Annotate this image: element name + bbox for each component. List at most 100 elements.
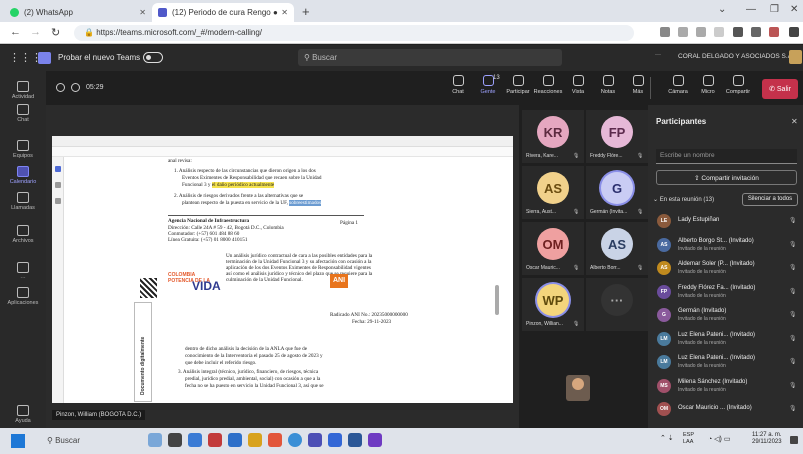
control-chat[interactable]: Chat [443,75,473,95]
language-indicator[interactable]: ESP LAA [683,432,694,446]
control-mic[interactable]: Micro [693,75,723,95]
minimize-icon[interactable]: — [746,4,756,15]
office-icon[interactable] [268,433,282,447]
rail-item-apps[interactable]: Aplicaciones [0,287,46,306]
search-input[interactable]: ⚲ Buscar [298,49,562,66]
new-teams-toggle[interactable] [143,52,163,63]
participant-row[interactable]: G Germán (Invitado) Invitado de la reunión… [653,306,801,325]
participant-tile[interactable]: FP Freddy Flóre... 🎙 [586,110,648,163]
participant-row[interactable]: AS Alberto Borgo St... (Invitado) Invitado… [653,236,801,255]
mic-muted-icon[interactable]: 🎙 [789,217,797,224]
pinned-app-icon[interactable] [208,433,222,447]
mic-muted-icon[interactable]: 🎙 [789,382,797,389]
rail-item-files[interactable]: Archivos [0,225,46,244]
control-raise-hand[interactable]: Participar [503,75,533,95]
participant-tile[interactable]: OM Oscar Mauric... 🎙 [522,222,584,275]
participant-tile[interactable]: WP Pinzon, Willian... 🎙 [522,278,584,331]
rail-item-teams[interactable]: Equipos [0,140,46,159]
rail-item-bell[interactable]: Actividad [0,81,46,100]
pinned-app-icon[interactable] [368,433,382,447]
mic-muted-icon[interactable]: 🎙 [789,335,797,342]
extensions-puzzle-icon[interactable] [733,27,743,37]
mic-muted-icon: 🎙 [573,153,580,159]
rail-item-calendar[interactable]: Calendario [0,166,46,185]
tab-teams[interactable]: (12) Periodo de cura Rengo ● ✕ [152,3,294,22]
participant-row[interactable]: LM Luz Elena Pateni... (Invitado) Invitado… [653,330,801,349]
folder-icon[interactable] [248,433,262,447]
task-view-icon[interactable] [148,433,162,447]
rail-item-more[interactable]: ··· [0,262,46,281]
leave-button[interactable]: ✆ Salir [762,79,798,99]
edge-icon[interactable] [228,433,242,447]
control-camera[interactable]: Cámara [663,75,693,95]
meeting-info-icon[interactable] [56,83,65,92]
extension-icon[interactable] [660,27,670,37]
share-page-icon[interactable] [696,27,706,37]
pinned-app-icon[interactable] [348,433,362,447]
explorer-icon[interactable] [188,433,202,447]
participant-row[interactable]: AS Aldemar Soler (P... (Invitado) Invitado… [653,259,801,278]
close-window-icon[interactable]: ✕ [790,4,798,15]
system-clock[interactable]: 11:27 a. m. 29/11/2023 [752,432,782,446]
participant-tile[interactable]: ··· [586,278,648,331]
sidebar-icon[interactable] [751,27,761,37]
taskbar-search[interactable]: ⚲ Buscar [41,433,141,449]
user-avatar[interactable] [789,50,802,64]
participant-row[interactable]: LE Lady Estupiñan 🎙 [653,212,801,231]
more-options-icon[interactable]: ··· [655,52,661,58]
control-view[interactable]: Vista [563,75,593,95]
participant-tile[interactable]: AS Alberto Borr... 🎙 [586,222,648,275]
tab-list-icon[interactable]: ⌄ [718,4,726,15]
teams-taskbar-icon[interactable] [308,433,322,447]
participant-tile[interactable]: KR Rivera, Kare... 🎙 [522,110,584,163]
control-notes[interactable]: Notas [593,75,623,95]
participant-tile[interactable]: G Germán (Invita... 🎙 [586,166,648,219]
mic-muted-icon[interactable]: 🎙 [789,311,797,318]
control-share[interactable]: Compartir [723,75,753,95]
url-bar[interactable]: 🔒 https://teams.microsoft.com/_#/modern-… [74,25,634,41]
tab-whatsapp[interactable]: (2) WhatsApp ✕ [4,3,152,22]
participant-row[interactable]: MS Milena Sánchez (Invitado) Invitado de l… [653,377,801,396]
zoom-icon[interactable] [678,27,688,37]
in-meeting-section-toggle[interactable]: ⌄ En esta reunión (13) [653,196,714,203]
share-invite-button[interactable]: ⇪ Compartir invitación [656,170,797,185]
mic-muted-icon[interactable]: 🎙 [789,405,797,412]
tray-chevron-icon[interactable]: ⌃ ⇣ [660,434,674,442]
network-volume-battery-icon[interactable]: ◔ ◁) ▭ [708,435,730,443]
control-people[interactable]: Gente 13 [473,75,503,95]
doc-scrollbar[interactable] [495,285,499,315]
back-icon[interactable]: ← [10,26,21,38]
notification-icon[interactable] [790,436,798,444]
new-tab-button[interactable]: + [302,4,310,19]
restore-icon[interactable]: ❐ [770,4,779,15]
bookmark-star-icon[interactable] [714,27,724,37]
forward-icon[interactable]: → [30,26,41,38]
rail-item-label: Archivos [12,238,34,244]
mic-muted-icon[interactable]: 🎙 [789,358,797,365]
close-tab-icon[interactable]: ✕ [281,8,288,17]
widgets-icon[interactable] [168,433,182,447]
pinned-app-icon[interactable] [328,433,342,447]
mic-muted-icon[interactable]: 🎙 [789,241,797,248]
close-tab-icon[interactable]: ✕ [139,8,146,17]
mic-muted-icon[interactable]: 🎙 [789,264,797,271]
browser-menu-icon[interactable] [789,27,799,37]
rail-item-help[interactable]: Ayuda [0,405,46,424]
close-panel-icon[interactable]: ✕ [791,117,798,126]
profile-icon[interactable] [769,27,779,37]
participant-row[interactable]: FP Freddy Flórez Fa... (Invitado) Invitado… [653,283,801,302]
mic-muted-icon[interactable]: 🎙 [789,288,797,295]
control-emoji[interactable]: Reacciones [533,75,563,95]
participant-row[interactable]: OM Oscar Mauricio ... (Invitado) 🎙 [653,400,801,419]
chrome-icon[interactable] [288,433,302,447]
windows-start-icon[interactable] [11,434,25,448]
participant-tile[interactable]: AS Sierra, Aust... 🎙 [522,166,584,219]
rail-item-chat[interactable]: Chat [0,104,46,123]
org-name[interactable]: CORAL DELGADO Y ASOCIADOS S.A.S [678,53,798,60]
rail-item-phone[interactable]: Llamadas [0,192,46,211]
control-more[interactable]: Más [623,75,653,95]
mute-all-button[interactable]: Silenciar a todos [742,193,798,206]
participant-search-input[interactable]: Escribe un nombre [656,149,797,164]
participant-row[interactable]: LM Luz Elena Pateni... (Invitado) Invitado… [653,353,801,372]
reload-icon[interactable]: ↻ [51,26,60,39]
